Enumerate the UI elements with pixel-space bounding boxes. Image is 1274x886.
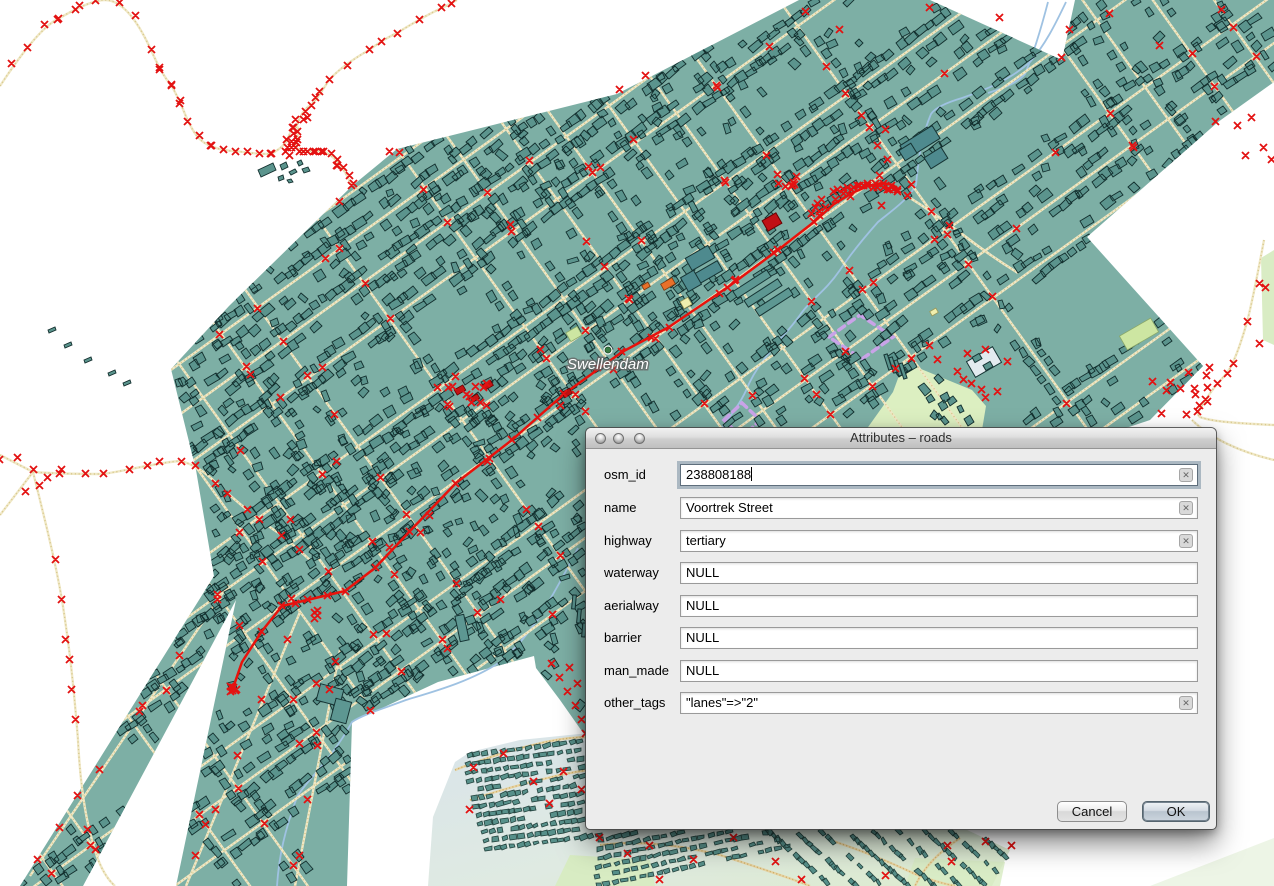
svg-text:Swellendam: Swellendam <box>567 356 649 373</box>
